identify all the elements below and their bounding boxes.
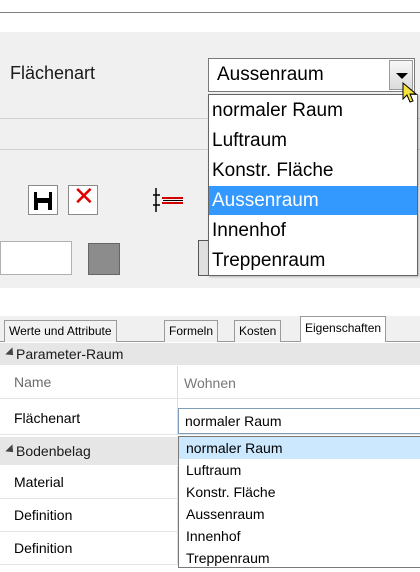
property-label: Material bbox=[14, 474, 64, 490]
property-label: Flächenart bbox=[14, 410, 81, 426]
flaechenart-combobox[interactable]: Aussenraum bbox=[208, 58, 415, 92]
tab-formeln[interactable]: Formeln bbox=[164, 320, 219, 342]
chevron-down-icon bbox=[396, 73, 408, 79]
collapse-triangle-icon bbox=[5, 347, 17, 359]
flaechenart-dropdown-list: normaler Raum Luftraum Konstr. Fläche Au… bbox=[208, 94, 418, 276]
dropdown-option[interactable]: Luftraum bbox=[209, 126, 417, 155]
dropdown-option[interactable]: Treppenraum bbox=[179, 547, 420, 569]
flaechenart-grid-editor[interactable]: normaler Raum bbox=[178, 408, 420, 434]
dropdown-option[interactable]: Konstr. Fläche bbox=[179, 481, 420, 503]
property-label: Definition bbox=[14, 507, 73, 523]
column-divider bbox=[177, 366, 178, 398]
editor-value: normaler Raum bbox=[185, 413, 282, 429]
dropdown-option[interactable]: Innenhof bbox=[209, 216, 417, 245]
value-field[interactable] bbox=[0, 241, 72, 275]
dropdown-option[interactable]: Luftraum bbox=[179, 459, 420, 481]
grid-dropdown-list: normaler Raum Luftraum Konstr. Fläche Au… bbox=[178, 436, 420, 568]
flaechenart-label: Flächenart bbox=[10, 63, 96, 83]
top-divider bbox=[0, 12, 420, 13]
tab-werte-und-attribute[interactable]: Werte und Attribute bbox=[4, 320, 117, 342]
dimension-icon[interactable] bbox=[153, 186, 185, 214]
dropdown-option[interactable]: normaler Raum bbox=[209, 96, 417, 125]
screenshot-root: Flächenart Aussenraum ✕ normaler Raum Lu… bbox=[0, 0, 420, 572]
save-icon-label-area bbox=[37, 192, 49, 198]
collapse-triangle-icon bbox=[5, 444, 17, 456]
group-title: Bodenbelag bbox=[16, 443, 91, 459]
dropdown-option[interactable]: Treppenraum bbox=[209, 246, 417, 275]
dropdown-option-highlighted[interactable]: normaler Raum bbox=[179, 437, 420, 459]
group-header-parameter-raum[interactable]: Parameter-Raum bbox=[0, 343, 420, 365]
combobox-value: Aussenraum bbox=[217, 64, 324, 85]
dropdown-option-selected[interactable]: Aussenraum bbox=[209, 186, 417, 215]
property-tabbar: Werte und Attribute Formeln Kosten Eigen… bbox=[0, 316, 420, 343]
property-label: Definition bbox=[14, 540, 73, 556]
fill-pattern-swatch[interactable] bbox=[88, 243, 120, 275]
dropdown-option[interactable]: Innenhof bbox=[179, 525, 420, 547]
delete-button[interactable]: ✕ bbox=[68, 182, 98, 215]
property-label: Name bbox=[14, 374, 52, 390]
delete-icon: ✕ bbox=[73, 182, 95, 212]
mouse-cursor-icon bbox=[402, 82, 418, 103]
grid-row-name[interactable]: Name Wohnen bbox=[0, 366, 420, 399]
save-icon-slot bbox=[38, 203, 48, 210]
property-value: Wohnen bbox=[184, 375, 236, 391]
tab-eigenschaften[interactable]: Eigenschaften bbox=[300, 316, 387, 343]
dropdown-option[interactable]: Aussenraum bbox=[179, 503, 420, 525]
dropdown-option[interactable]: Konstr. Fläche bbox=[209, 156, 417, 185]
save-button[interactable] bbox=[28, 185, 58, 215]
tab-kosten[interactable]: Kosten bbox=[234, 320, 282, 342]
group-title: Parameter-Raum bbox=[16, 346, 124, 362]
